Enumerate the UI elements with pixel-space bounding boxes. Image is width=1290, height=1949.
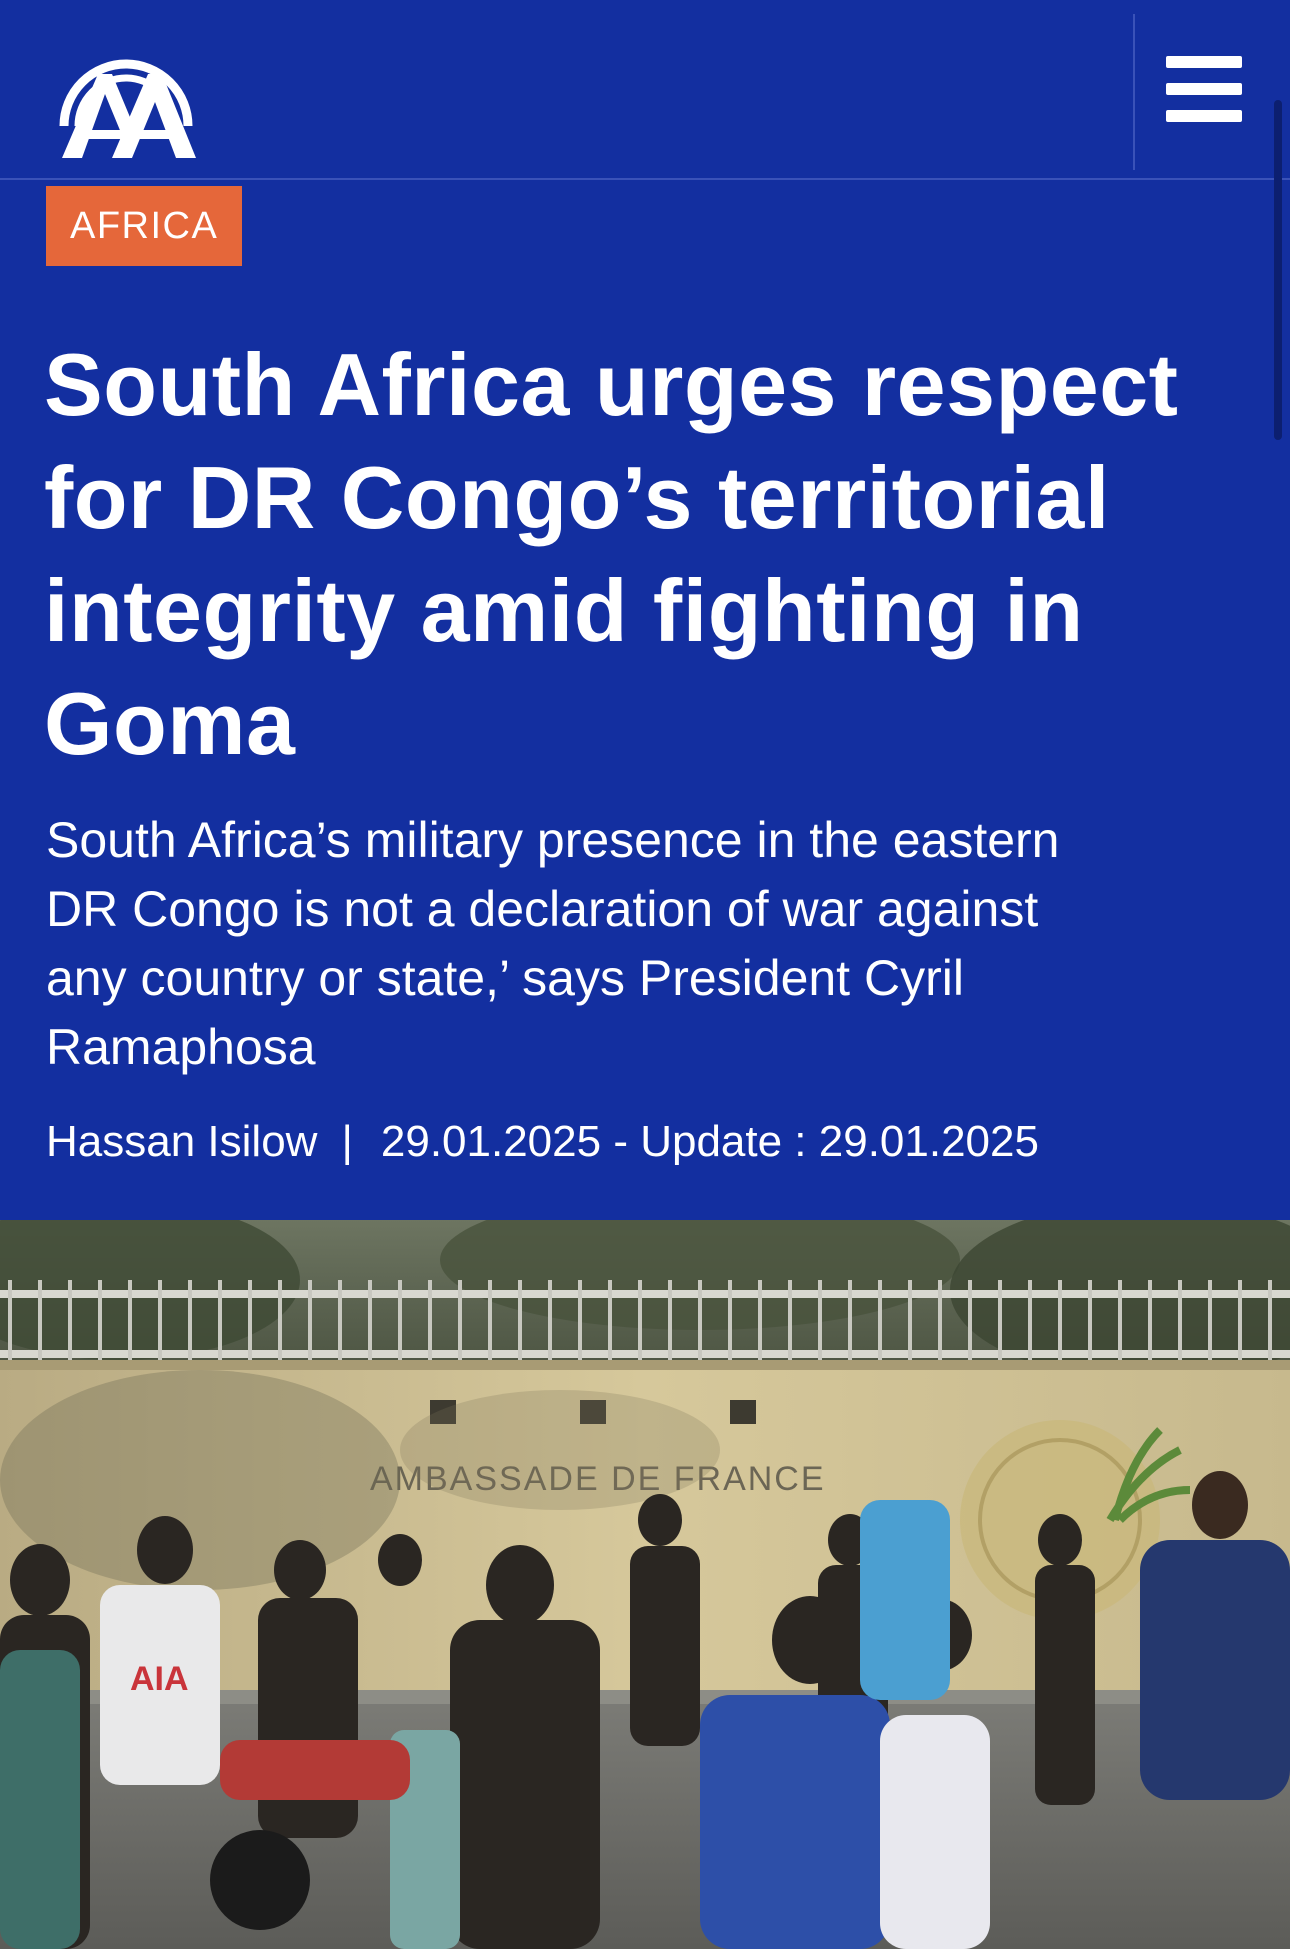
article-photo[interactable]: AMBASSADE DE FRANCE AIA — [0, 1220, 1290, 1949]
meta-separator: | — [341, 1117, 353, 1166]
article-headline: South Africa urges respect for DR Congo’… — [44, 335, 1179, 773]
aa-logo-icon[interactable] — [56, 30, 196, 162]
article-meta: Hassan Isilow | 29.01.2025 - Update : 29.0… — [46, 1112, 1039, 1172]
category-badge[interactable]: AFRICA — [46, 186, 243, 266]
hamburger-menu-icon[interactable] — [1162, 50, 1246, 128]
article-dateline: 29.01.2025 - Update : 29.01.2025 — [380, 1117, 1039, 1166]
article-summary: South Africa’s military presence in the … — [46, 812, 1060, 1075]
site-header — [0, 0, 1290, 180]
shirt-text: AIA — [130, 1660, 189, 1698]
author-link[interactable]: Hassan Isilow — [46, 1117, 317, 1166]
header-divider — [1133, 14, 1135, 170]
scrollbar[interactable] — [1274, 100, 1282, 440]
